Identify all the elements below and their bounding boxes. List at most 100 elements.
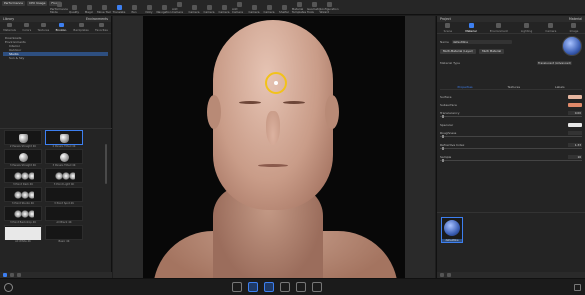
material-thumbnail-label: default0ne <box>442 239 462 242</box>
cpu-usage-field[interactable]: CPU Usage <box>27 1 48 6</box>
toolbar-button-dolly[interactable]: Dolly <box>142 1 156 14</box>
tab-label: Materials <box>3 28 17 32</box>
main-toolbar: Performance CPU Usage Floor Performance … <box>0 0 585 15</box>
property-slider[interactable] <box>440 115 582 118</box>
toolbar-button-camera[interactable]: Camera <box>247 1 261 14</box>
environment-thumbnail[interactable]: 3 Point Backdrop 4K <box>4 206 42 224</box>
tab-textures[interactable]: Textures <box>38 23 49 32</box>
toolbar-button-label: Pan <box>131 10 137 14</box>
material-type-row: Material Type <box>440 61 460 65</box>
toolbar-button-shelfer[interactable]: Shelfer <box>277 1 291 14</box>
toolbar-button-translate[interactable]: Translate <box>112 1 126 14</box>
render-viewport[interactable] <box>113 16 435 278</box>
list-icon[interactable] <box>447 273 451 277</box>
grid-view-icon[interactable] <box>3 273 7 277</box>
slider-knob[interactable] <box>442 159 444 162</box>
property-value-input[interactable]: 1.33 <box>568 142 582 147</box>
environment-thumbnail[interactable]: All Black 4K <box>45 206 83 224</box>
environment-thumbnail[interactable]: All White 4K <box>4 225 42 243</box>
property-slider[interactable] <box>440 135 582 138</box>
toolbar-button-add-camera[interactable]: Add Camera <box>172 1 186 14</box>
multi-material-button[interactable]: Multi Material <box>479 49 505 54</box>
tab-colors[interactable]: Colors <box>22 23 31 32</box>
toolbar-button-camera[interactable]: Camera <box>202 1 216 14</box>
list-view-icon[interactable] <box>10 273 14 277</box>
settings-icon[interactable] <box>440 273 444 277</box>
environment-thumbnail[interactable]: 3 Point Studio 4K <box>4 187 42 205</box>
color-swatch[interactable] <box>568 102 582 107</box>
toolbar-button-camera[interactable]: Camera <box>217 1 231 14</box>
tab-label: Colors <box>22 28 32 32</box>
library-icon[interactable] <box>248 282 258 292</box>
environment-thumbnail[interactable]: 2 Panels Straight 4K <box>4 130 42 148</box>
property-slider[interactable] <box>440 159 582 162</box>
subtab-textures[interactable]: Textures <box>507 85 520 89</box>
tab-material[interactable]: Material <box>465 23 477 33</box>
environment-thumbnail[interactable]: 3 Point Spot 4K <box>45 187 83 205</box>
toolbar-button-move-tool[interactable]: Move Tool <box>97 1 111 14</box>
subtab-labels[interactable]: Labels <box>555 85 565 89</box>
toolbar-button-pan[interactable]: Pan <box>127 1 141 14</box>
tree-item-sun-sky[interactable]: Sun & Sky <box>3 56 108 60</box>
material-icon <box>468 23 474 28</box>
screenshot-icon[interactable] <box>312 282 322 292</box>
selection-gizmo[interactable] <box>265 72 287 94</box>
toolbar-button-configuration-wizard[interactable]: Configuration Wizard <box>320 1 338 14</box>
toolbar-button-camera[interactable]: Camera <box>187 1 201 14</box>
toolbar-button-camera[interactable]: Camera <box>262 1 276 14</box>
environment-thumbnail[interactable]: 3 Point Light 4K <box>45 168 83 186</box>
environment-thumbnail[interactable]: 3 Panels Tilted 4K <box>45 149 83 167</box>
material-tabs: Scene Material Environment Lighting Camera Im… <box>437 22 585 34</box>
toolbar-button-quality[interactable]: Quality <box>67 1 81 14</box>
environment-thumbnail[interactable]: 3 Point Dark 4K <box>4 168 42 186</box>
slider-knob[interactable] <box>442 115 444 118</box>
toolbar-button-label: Shelfer <box>279 10 289 14</box>
tools-icon[interactable] <box>296 282 306 292</box>
toolbar-button-navigation[interactable]: Navigation <box>156 1 172 14</box>
subtab-properties[interactable]: Properties <box>457 85 472 89</box>
tab-materials[interactable]: Materials <box>3 23 16 32</box>
toolbar-button-performance-mode[interactable]: Performance Mode <box>50 1 68 14</box>
environment-preview <box>53 172 75 181</box>
fullscreen-icon[interactable] <box>574 284 581 291</box>
environment-thumbnail[interactable]: 3 Panels Straight 4K <box>4 149 42 167</box>
material-type-select[interactable]: Translucent (Advanced) <box>537 61 572 65</box>
tab-lighting[interactable]: Lighting <box>521 23 532 33</box>
environment-thumbnail[interactable]: 2 Panels Tilted 4K <box>45 130 83 148</box>
slider-knob[interactable] <box>442 135 444 138</box>
render-icon[interactable] <box>232 282 242 292</box>
tab-favorites[interactable]: Favorites <box>95 23 108 32</box>
colors-icon <box>24 23 30 27</box>
project-icon[interactable] <box>264 282 274 292</box>
tab-environment[interactable]: Environment <box>490 23 508 33</box>
property-slider[interactable] <box>440 147 582 150</box>
color-swatch[interactable] <box>568 94 582 99</box>
tab-environ[interactable]: Environ. <box>56 23 67 32</box>
add-icon[interactable] <box>17 273 21 277</box>
toolbar-button-add-camera[interactable]: Add Camera <box>232 1 246 14</box>
property-value-input[interactable]: 16 <box>568 154 582 159</box>
tab-scene[interactable]: Scene <box>444 23 452 33</box>
name-input[interactable]: default0ne <box>451 40 512 44</box>
backplates-icon <box>78 23 84 27</box>
performance-field[interactable]: Performance <box>2 1 26 6</box>
property-value-input[interactable]: 0.00 <box>568 110 582 115</box>
property-value-input[interactable] <box>568 130 582 135</box>
environment-preview <box>60 191 69 200</box>
material-thumbnail[interactable]: default0ne <box>441 217 463 243</box>
toolbar-button-magic[interactable]: Magic <box>82 1 96 14</box>
tab-label: Material <box>465 29 477 33</box>
render-canvas[interactable] <box>143 16 405 278</box>
add-camera-icon <box>176 2 182 7</box>
toolbar-button-material-templates[interactable]: Material Templates <box>292 1 306 14</box>
color-swatch[interactable] <box>568 122 582 127</box>
multi-material-layer-button[interactable]: Multi-Material (Layer) <box>440 49 477 54</box>
slider-knob[interactable] <box>442 147 444 150</box>
tab-camera[interactable]: Camera <box>545 23 556 33</box>
environment-thumbnail[interactable]: Basic 4K <box>45 225 83 243</box>
app-logo-icon[interactable] <box>4 283 13 292</box>
tab-backplates[interactable]: Backplates <box>73 23 89 32</box>
animation-icon[interactable] <box>280 282 290 292</box>
library-scrollbar[interactable] <box>105 144 107 184</box>
tab-image[interactable]: Image <box>570 23 578 33</box>
